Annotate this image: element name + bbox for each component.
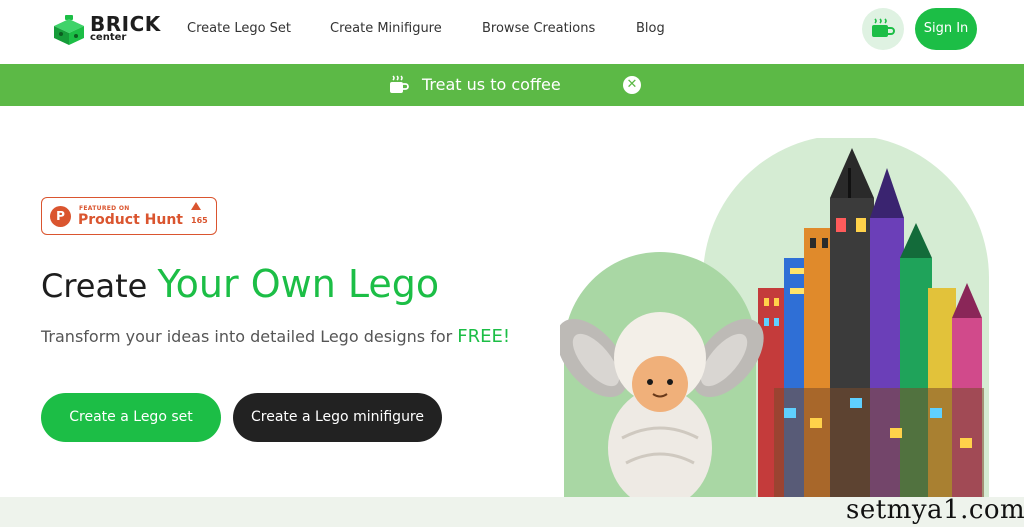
hero-title-plain: Create	[41, 267, 148, 305]
watermark-text: setmya1.com	[846, 495, 1024, 525]
product-hunt-logo-icon: P	[50, 206, 71, 227]
product-hunt-name: Product Hunt	[78, 212, 183, 228]
hero-illustration	[560, 138, 989, 498]
banner-text[interactable]: Treat us to coffee	[422, 75, 561, 95]
product-hunt-featured-label: FEATURED ON	[79, 205, 130, 212]
sign-in-button[interactable]: Sign In	[915, 8, 977, 50]
nav-create-lego-set[interactable]: Create Lego Set	[187, 20, 291, 38]
top-navigation-bar: BRICK center Create Lego Set Create Mini…	[0, 0, 1024, 64]
hero-subtitle-free: FREE!	[457, 326, 511, 347]
brand-subtitle: center	[90, 32, 127, 43]
hero-subtitle-text: Transform your ideas into detailed Lego …	[41, 327, 453, 346]
coffee-button[interactable]	[862, 8, 904, 50]
brick-logo-icon	[54, 15, 84, 45]
hero-subtitle: Transform your ideas into detailed Lego …	[41, 326, 510, 348]
upvote-triangle-icon	[191, 202, 201, 210]
create-lego-minifigure-button[interactable]: Create a Lego minifigure	[233, 393, 442, 442]
brick-center-logo[interactable]: BRICK center	[52, 13, 168, 47]
hero-title-accent: Your Own Lego	[157, 262, 440, 306]
nav-blog[interactable]: Blog	[636, 20, 665, 38]
hero-title: Create Your Own Lego	[41, 262, 439, 308]
coffee-banner: Treat us to coffee ✕	[0, 64, 1024, 106]
nav-create-minifigure[interactable]: Create Minifigure	[330, 20, 442, 38]
nav-browse-creations[interactable]: Browse Creations	[482, 20, 595, 38]
coffee-cup-icon	[872, 18, 895, 37]
product-hunt-upvote-count: 165	[191, 216, 208, 225]
coffee-cup-icon	[390, 75, 409, 93]
create-lego-set-button[interactable]: Create a Lego set	[41, 393, 221, 442]
close-icon[interactable]: ✕	[623, 76, 641, 94]
